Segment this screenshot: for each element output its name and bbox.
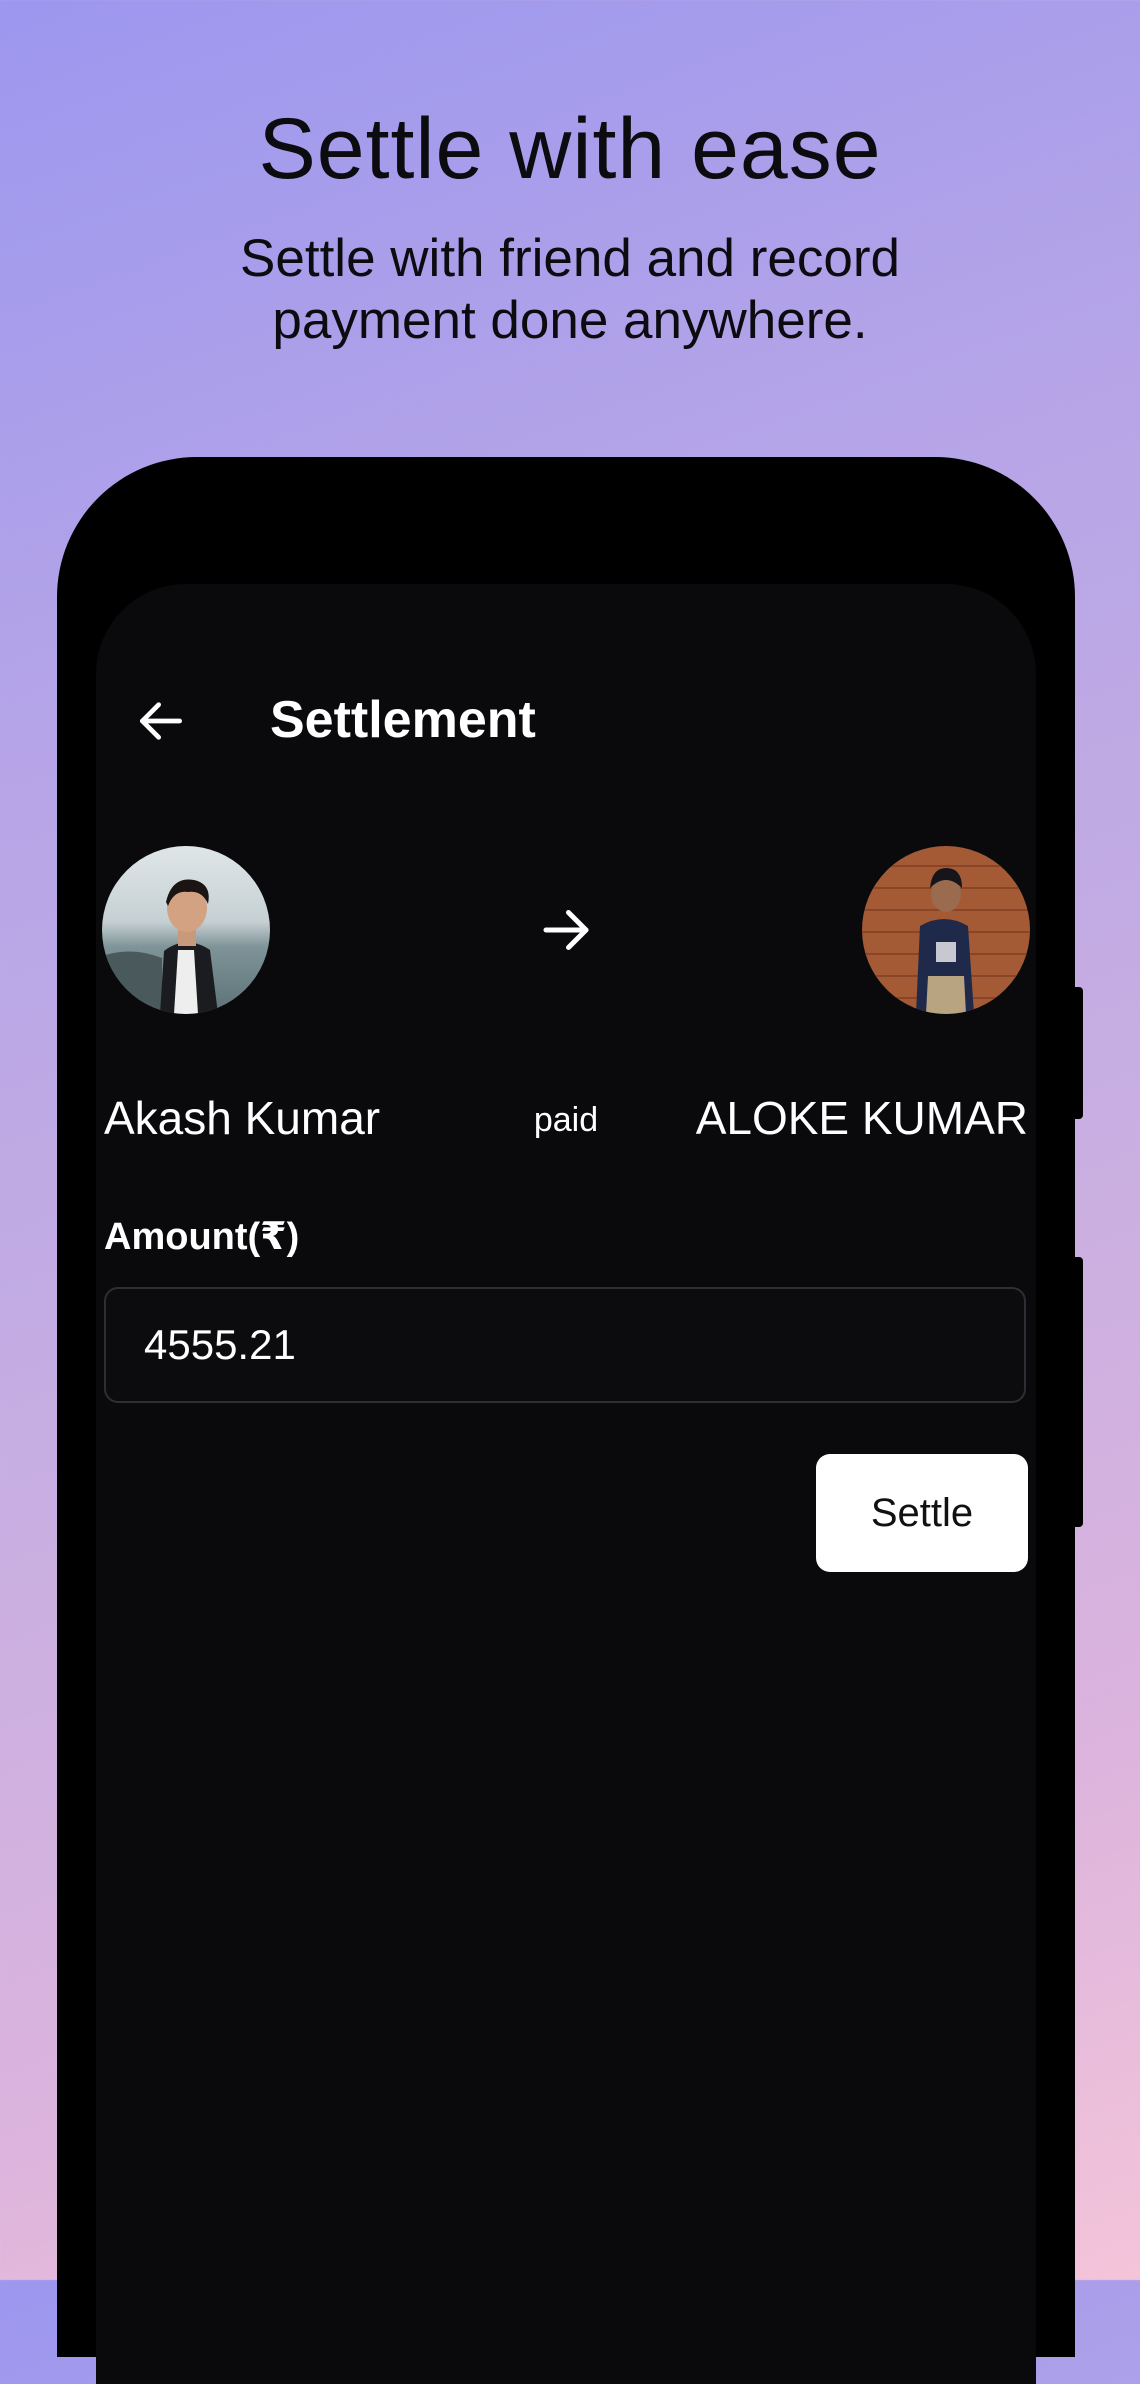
phone-volume-button [1073, 1257, 1083, 1527]
promo-subheadline: Settle with friend and record payment do… [0, 228, 1140, 352]
arrow-left-icon [140, 702, 183, 740]
promo-subheadline-line-1: Settle with friend and record [240, 229, 900, 288]
amount-input[interactable] [104, 1287, 1026, 1403]
payee-name: ALOKE KUMAR [695, 1092, 1028, 1144]
page-title: Settlement [270, 691, 536, 749]
arrow-right-icon [543, 910, 589, 950]
payee-avatar[interactable] [862, 846, 1030, 1014]
app-screen: Settlement Akash Kumar paid ALOKE KUMAR … [96, 584, 1036, 2384]
amount-label: Amount(₹) [104, 1216, 300, 1258]
promo-headline: Settle with ease [258, 101, 882, 197]
promo-subheadline-line-2: payment done anywhere. [272, 291, 868, 350]
phone-side-button [1073, 987, 1083, 1119]
settle-button[interactable]: Settle [816, 1454, 1028, 1572]
payer-avatar[interactable] [102, 846, 270, 1014]
back-button[interactable] [126, 686, 196, 756]
